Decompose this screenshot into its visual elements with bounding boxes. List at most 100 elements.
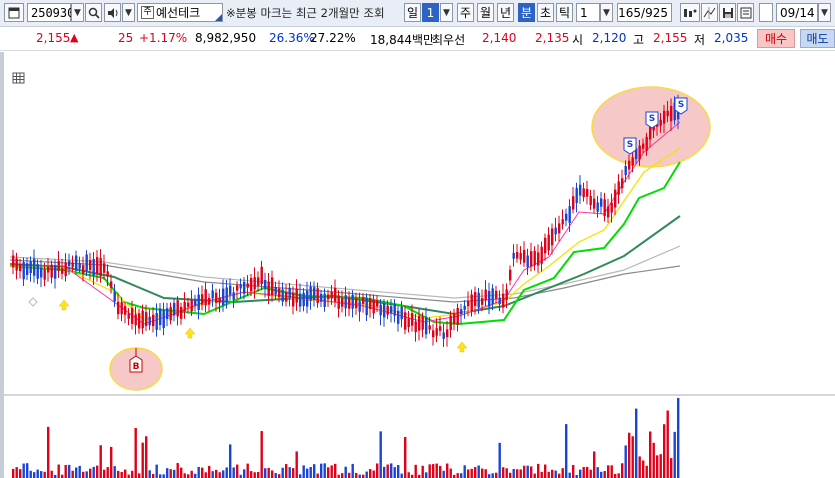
candle-body [586, 188, 589, 197]
volume-bar [40, 471, 43, 478]
volume-bar [666, 410, 669, 478]
speaker-icon[interactable] [104, 3, 121, 22]
candle-body [449, 315, 452, 331]
up-arrow-icon [456, 341, 468, 353]
stock-code-input[interactable]: 250930 [27, 3, 74, 22]
trade-amount: 18,844백만 [370, 33, 435, 47]
period-second[interactable]: 초 [537, 3, 554, 22]
buy-button[interactable]: 매수 [757, 29, 795, 48]
volume-bar [400, 473, 403, 478]
candle-body [516, 252, 519, 259]
candle-body [400, 306, 403, 320]
candle-body [498, 297, 501, 305]
date-dropdown-arrow-icon[interactable]: ▼ [818, 3, 831, 22]
candle-body [414, 321, 417, 333]
interval-input[interactable]: 1 [576, 3, 600, 22]
crosshair-icon[interactable] [701, 3, 718, 22]
volume-bar [582, 466, 585, 478]
candle-body [141, 310, 144, 329]
candle-body [106, 271, 109, 277]
volume-bar [523, 465, 526, 478]
candle-body [131, 307, 134, 324]
candle-body [502, 293, 505, 308]
candlestick-chart[interactable]: B S S S [4, 52, 835, 478]
period-minute[interactable]: 분 [518, 3, 535, 22]
date-input[interactable]: 09/14 [776, 3, 818, 22]
open-price: 2,120 [592, 31, 627, 45]
candle-body [29, 261, 32, 274]
period-week[interactable]: 주 [457, 3, 474, 22]
candle-body [50, 264, 53, 278]
volume-bar [155, 464, 158, 478]
volume-bar [243, 469, 246, 478]
count-display[interactable]: 165/925 [617, 3, 672, 22]
candle-body [288, 287, 291, 299]
candle-body [351, 294, 354, 309]
candle-body [593, 198, 596, 209]
period-day[interactable]: 일 [404, 3, 421, 22]
candle-body [512, 252, 515, 259]
chart-settings-icon[interactable] [680, 3, 700, 22]
candle-body [362, 297, 365, 304]
save-icon[interactable] [719, 3, 736, 22]
volume-bar [334, 463, 337, 478]
candle-body [386, 305, 389, 315]
volume-bar [316, 473, 319, 478]
candle-body [467, 300, 470, 307]
window-icon[interactable] [4, 3, 24, 22]
candle-body [390, 306, 393, 313]
volume-bar [43, 471, 46, 478]
date-checkbox[interactable] [759, 3, 773, 22]
grid-toggle-icon[interactable] [12, 72, 25, 84]
candle-body [554, 227, 557, 235]
price-chart-area[interactable]: B S S S [0, 52, 835, 478]
volume-bar [19, 469, 22, 478]
candle-body [204, 289, 207, 306]
volume-bar [435, 463, 438, 478]
candle-body [299, 293, 302, 307]
interval-dropdown-arrow-icon[interactable]: ▼ [600, 3, 613, 22]
candle-body [26, 263, 29, 275]
volume-bar [649, 431, 652, 478]
volume-bar [190, 470, 193, 478]
candle-body [127, 313, 130, 319]
volume-bar [502, 467, 505, 478]
candle-body [600, 198, 603, 207]
candle-body [57, 260, 60, 272]
sell-button[interactable]: 매도 [800, 29, 835, 48]
volume-bar [271, 470, 274, 478]
diamond-marker-icon [28, 297, 38, 307]
volume-bar [617, 473, 620, 478]
volume-bar [344, 466, 347, 478]
volume-bar [421, 465, 424, 478]
volume-bar [96, 465, 99, 478]
candle-body [309, 286, 312, 301]
period-day-count[interactable]: 1 [422, 3, 439, 22]
stock-name-box[interactable]: 주 예선테크 [137, 3, 223, 22]
candle-body [453, 313, 456, 324]
volume-bar [425, 472, 428, 478]
candle-body [505, 289, 508, 300]
candle-body [579, 184, 582, 196]
speaker-dropdown-arrow-icon[interactable]: ▼ [122, 3, 135, 22]
period-year[interactable]: 년 [497, 3, 514, 22]
volume-bar [12, 468, 15, 478]
change-rate: +1.17% [139, 31, 188, 45]
text-icon[interactable] [737, 3, 754, 22]
candle-body [47, 266, 50, 273]
volume-bar [509, 472, 512, 478]
period-month[interactable]: 월 [477, 3, 494, 22]
candle-body [197, 294, 200, 310]
volume-bar [512, 469, 515, 478]
code-dropdown-arrow-icon[interactable]: ▼ [71, 3, 84, 22]
candle-body [306, 290, 309, 307]
period-dropdown-arrow-icon[interactable]: ▼ [440, 3, 453, 22]
candle-body [166, 308, 169, 320]
candle-body [61, 268, 64, 274]
volume-bar [306, 468, 309, 478]
candle-body [201, 294, 204, 305]
period-tick[interactable]: 틱 [556, 3, 573, 22]
candle-body [617, 181, 620, 195]
search-icon[interactable] [85, 3, 102, 22]
volume-bar [596, 467, 599, 478]
